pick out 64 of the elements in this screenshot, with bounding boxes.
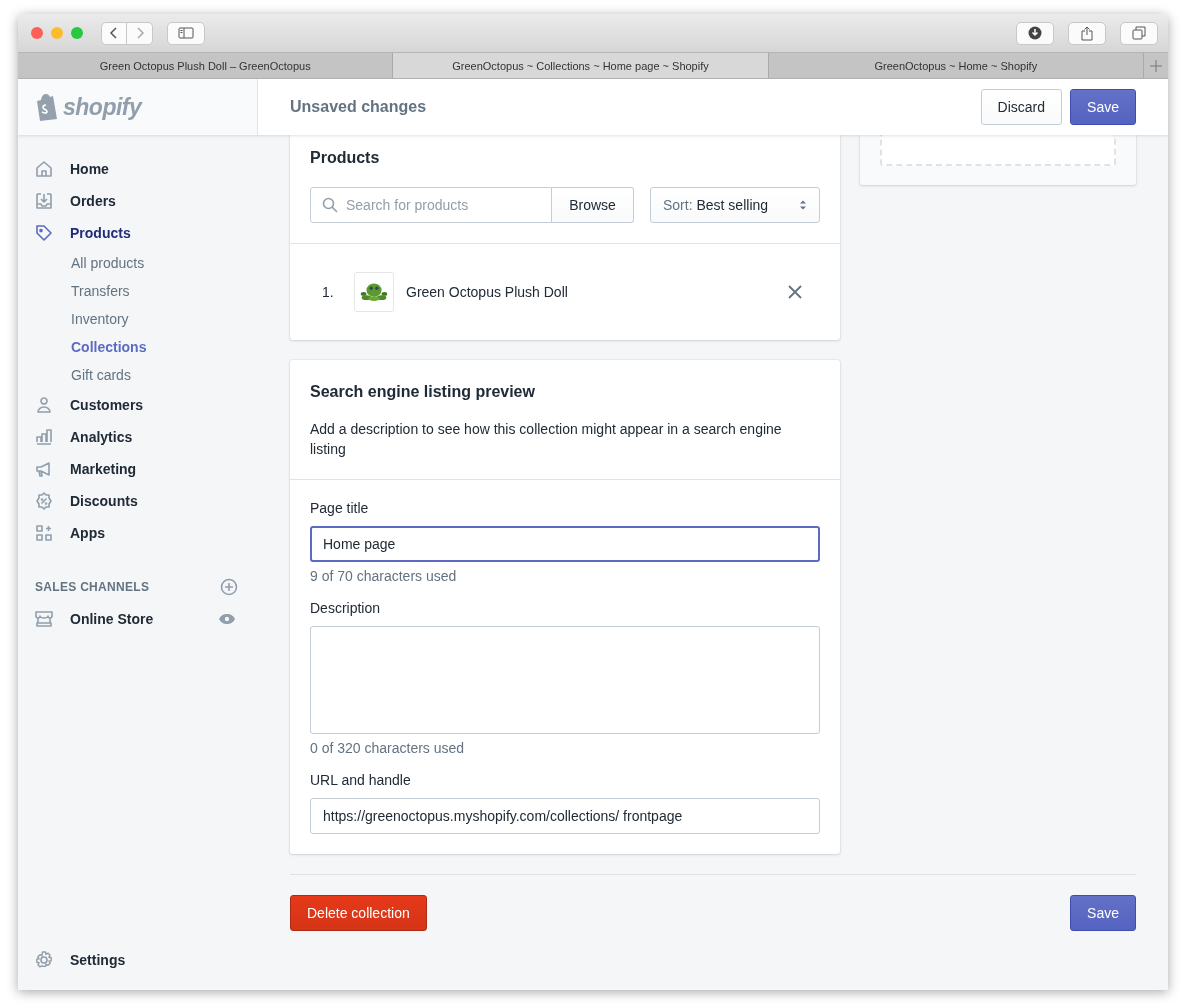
nav-subitem[interactable]: Gift cards (18, 361, 258, 389)
eye-icon[interactable] (218, 613, 236, 625)
search-field[interactable]: Search for products (310, 187, 552, 223)
product-name: Green Octopus Plush Doll (406, 284, 568, 300)
character-count: 0 of 320 characters used (310, 740, 466, 756)
sort-arrows-icon (799, 199, 807, 211)
nav-item[interactable]: Customers (18, 389, 258, 421)
nav-item[interactable]: Marketing (18, 453, 258, 485)
tabs-button[interactable] (1120, 21, 1158, 45)
sidebar-icon (178, 27, 194, 39)
forward-button[interactable] (127, 21, 153, 45)
description-field[interactable] (310, 626, 820, 734)
nav-subitem[interactable]: All products (18, 249, 258, 277)
nav-item[interactable]: Discounts (18, 485, 258, 517)
save-button[interactable]: Save (1070, 89, 1136, 125)
input-field[interactable]: https://greenoctopus.myshopify.com/collections/ frontpage (310, 798, 820, 834)
card-title: Products (309, 149, 381, 167)
page-status: Unsaved changes (290, 98, 427, 116)
card-description: Add a description to see how this collection might appear in a search engine listing (310, 420, 783, 459)
nav-item[interactable]: Apps (18, 517, 258, 549)
drop-zone[interactable] (880, 135, 1116, 166)
settings-item[interactable]: Settings (18, 944, 258, 976)
save-button[interactable]: Save (1070, 895, 1136, 931)
section-heading: SALES CHANNELS (35, 580, 150, 594)
field-label: Description (310, 600, 382, 616)
browser-tab[interactable]: GreenOctopus ~ Collections ~ Home page ~ Shopify (393, 53, 769, 78)
tabs-icon (1132, 26, 1146, 40)
add-icon[interactable] (220, 578, 238, 596)
shopping-bag-icon (35, 93, 59, 121)
product-number: 1. (322, 284, 335, 300)
card-title: Search engine listing preview (310, 383, 536, 401)
browser-tab[interactable]: GreenOctopus ~ Home ~ Shopify (768, 53, 1144, 78)
settings-icon (34, 950, 54, 970)
field-label: Page title (310, 500, 370, 516)
share-button[interactable] (1068, 21, 1106, 45)
forward-icon (134, 26, 145, 40)
share-icon (1081, 25, 1093, 41)
back-icon (109, 26, 119, 40)
back-button[interactable] (101, 21, 127, 45)
nav-item[interactable]: Home (18, 153, 258, 185)
close-icon[interactable] (31, 27, 43, 39)
remove-icon[interactable] (788, 285, 802, 299)
nav-item[interactable]: Online Store (18, 603, 258, 635)
character-count: 9 of 70 characters used (310, 568, 458, 584)
discard-button[interactable]: Discard (980, 89, 1063, 125)
logo-text: shopify (63, 93, 142, 121)
input-field[interactable]: Home page (310, 526, 820, 562)
nav-subitem[interactable]: Collections (18, 333, 258, 361)
nav-subitem[interactable]: Inventory (18, 305, 258, 333)
sort-select[interactable]: Sort: Best selling (650, 187, 820, 223)
nav-item[interactable]: Orders (18, 185, 258, 217)
search-icon (322, 197, 338, 213)
nav-item[interactable]: Products (18, 217, 258, 249)
nav-item[interactable]: Analytics (18, 421, 258, 453)
nav-subitem[interactable]: Transfers (18, 277, 258, 305)
delete-button[interactable]: Delete collection (290, 895, 427, 931)
download-icon (1028, 26, 1042, 40)
store-icon (34, 609, 54, 629)
sidebar-toggle-button[interactable] (167, 21, 205, 45)
zoom-icon[interactable] (71, 27, 83, 39)
minimize-icon[interactable] (51, 27, 63, 39)
browse-button[interactable]: Browse (552, 187, 634, 223)
download-button[interactable] (1016, 21, 1054, 45)
field-label: URL and handle (310, 772, 412, 788)
